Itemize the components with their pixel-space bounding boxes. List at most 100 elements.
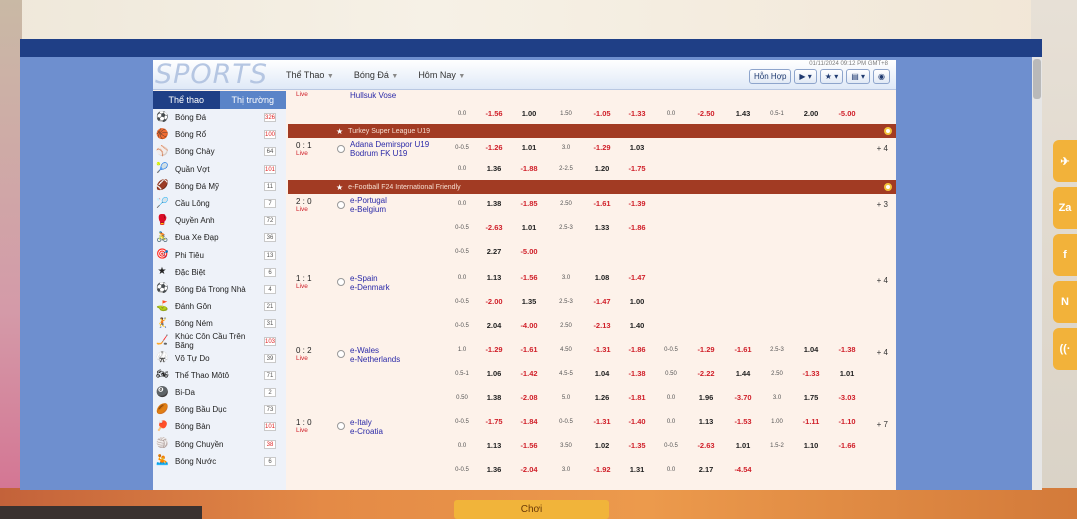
video-icon[interactable]: ▶ ▾: [794, 69, 817, 84]
zalo-icon[interactable]: Za: [1053, 187, 1077, 229]
odds-value[interactable]: -1.33: [620, 104, 654, 124]
odds-value[interactable]: -1.53: [726, 412, 760, 432]
odds-value[interactable]: -1.05: [586, 104, 618, 124]
menu-today[interactable]: Hôm Nay ▼: [418, 70, 465, 80]
menu-sports[interactable]: Thể Thao ▼: [286, 70, 334, 80]
odds-value[interactable]: -2.08: [512, 388, 546, 408]
odds-value[interactable]: -1.86: [620, 340, 654, 360]
odds-value[interactable]: 1.36: [478, 460, 510, 480]
odds-value[interactable]: -1.11: [794, 412, 828, 432]
odds-value[interactable]: 1.01: [512, 138, 546, 158]
odds-value[interactable]: 1.38: [478, 194, 510, 214]
odds-value[interactable]: -1.26: [478, 138, 510, 158]
odds-value[interactable]: 2.00: [794, 104, 828, 124]
odds-value[interactable]: -1.88: [512, 159, 546, 179]
odds-value[interactable]: [794, 268, 828, 288]
scrollbar[interactable]: [1032, 57, 1042, 490]
odds-value[interactable]: [688, 194, 724, 214]
odds-value[interactable]: -1.81: [620, 388, 654, 408]
odds-value[interactable]: -2.63: [688, 436, 724, 456]
odds-value[interactable]: -1.56: [512, 268, 546, 288]
sidebar-item-sport[interactable]: 🏍 Thể Thao Môtô 71: [153, 367, 286, 384]
odds-value[interactable]: 1.04: [586, 364, 618, 384]
tab-sports[interactable]: Thể thao: [153, 91, 220, 109]
sidebar-item-sport[interactable]: 🏓 Bóng Bàn 101: [153, 418, 286, 435]
odds-value[interactable]: -1.56: [478, 104, 510, 124]
odds-value[interactable]: -5.00: [830, 104, 864, 124]
odds-value[interactable]: 1.13: [688, 412, 724, 432]
sidebar-item-sport[interactable]: ⛳ Đánh Gôn 21: [153, 298, 286, 315]
league-header[interactable]: ★ e-Football F24 International Friendly: [288, 180, 896, 194]
sidebar-item-sport[interactable]: 🎯 Phi Tiêu 13: [153, 247, 286, 264]
odds-value[interactable]: -2.50: [688, 104, 724, 124]
odds-value[interactable]: [794, 218, 828, 238]
odds-value[interactable]: 1.38: [478, 388, 510, 408]
sidebar-item-sport[interactable]: 🤾 Bóng Ném 31: [153, 315, 286, 332]
odds-value[interactable]: [830, 138, 864, 158]
odds-value[interactable]: 2.17: [688, 460, 724, 480]
odds-value[interactable]: 1.10: [794, 436, 828, 456]
odds-value[interactable]: 1.01: [830, 364, 864, 384]
odds-value[interactable]: [620, 242, 654, 262]
tab-markets[interactable]: Thị trường: [219, 91, 286, 109]
odds-value[interactable]: [688, 268, 724, 288]
scrollbar-thumb[interactable]: [1033, 59, 1041, 99]
odds-value[interactable]: -1.29: [688, 340, 724, 360]
sidebar-item-sport[interactable]: 🎾 Quần Vợt 101: [153, 161, 286, 178]
odds-value[interactable]: [726, 242, 760, 262]
odds-value[interactable]: -1.29: [478, 340, 510, 360]
odds-value[interactable]: [688, 242, 724, 262]
odds-value[interactable]: -1.47: [620, 268, 654, 288]
odds-value[interactable]: -5.00: [512, 242, 546, 262]
odds-value[interactable]: [794, 159, 828, 179]
odds-value[interactable]: [830, 460, 864, 480]
team-home[interactable]: Hullsuk Vose: [350, 91, 396, 100]
odds-value[interactable]: 1.01: [512, 218, 546, 238]
odds-value[interactable]: 1.03: [620, 138, 654, 158]
sidebar-item-sport[interactable]: 🏉 Bóng Bầu Dục 73: [153, 401, 286, 418]
odds-value[interactable]: -1.92: [586, 460, 618, 480]
sidebar-item-sport[interactable]: 🏈 Bóng Đá Mỹ 11: [153, 178, 286, 195]
odds-value[interactable]: -1.85: [512, 194, 546, 214]
odds-value[interactable]: -1.75: [620, 159, 654, 179]
sidebar-item-sport[interactable]: ⚽ Bóng Đá 326: [153, 109, 286, 126]
odds-value[interactable]: 1.00: [512, 104, 546, 124]
odds-value[interactable]: 1.43: [726, 104, 760, 124]
menu-football[interactable]: Bóng Đá ▼: [354, 70, 398, 80]
odds-value[interactable]: 1.35: [512, 292, 546, 312]
odds-value[interactable]: -1.61: [586, 194, 618, 214]
league-toggle-icon[interactable]: [884, 127, 892, 135]
odds-value[interactable]: [726, 316, 760, 336]
odds-value[interactable]: [794, 316, 828, 336]
sidebar-item-sport[interactable]: ★ Đặc Biệt 6: [153, 264, 286, 281]
odds-value[interactable]: [688, 218, 724, 238]
odds-value[interactable]: 1.44: [726, 364, 760, 384]
news-icon[interactable]: N: [1053, 281, 1077, 323]
odds-value[interactable]: [688, 159, 724, 179]
odds-value[interactable]: [830, 268, 864, 288]
odds-value[interactable]: [794, 138, 828, 158]
odds-value[interactable]: 1.33: [586, 218, 618, 238]
star-icon[interactable]: ★: [336, 183, 343, 192]
odds-value[interactable]: [830, 242, 864, 262]
odds-value[interactable]: 1.01: [726, 436, 760, 456]
odds-value[interactable]: -1.75: [478, 412, 510, 432]
odds-value[interactable]: -1.61: [512, 340, 546, 360]
odds-value[interactable]: 1.04: [794, 340, 828, 360]
telegram-icon[interactable]: ✈: [1053, 140, 1077, 182]
odds-value[interactable]: [830, 218, 864, 238]
odds-value[interactable]: [726, 292, 760, 312]
sidebar-item-sport[interactable]: 🏀 Bóng Rổ 100: [153, 126, 286, 143]
odds-value[interactable]: 1.13: [478, 436, 510, 456]
odds-value[interactable]: 1.40: [620, 316, 654, 336]
odds-value[interactable]: 1.13: [478, 268, 510, 288]
sidebar-item-sport[interactable]: 🎱 Bi-Da 2: [153, 384, 286, 401]
odds-value[interactable]: -1.42: [512, 364, 546, 384]
odds-value[interactable]: -1.38: [620, 364, 654, 384]
odds-value[interactable]: [830, 316, 864, 336]
odds-value[interactable]: -1.84: [512, 412, 546, 432]
odds-value[interactable]: [830, 194, 864, 214]
odds-value[interactable]: [794, 460, 828, 480]
odds-value[interactable]: 1.26: [586, 388, 618, 408]
odds-value[interactable]: -1.66: [830, 436, 864, 456]
